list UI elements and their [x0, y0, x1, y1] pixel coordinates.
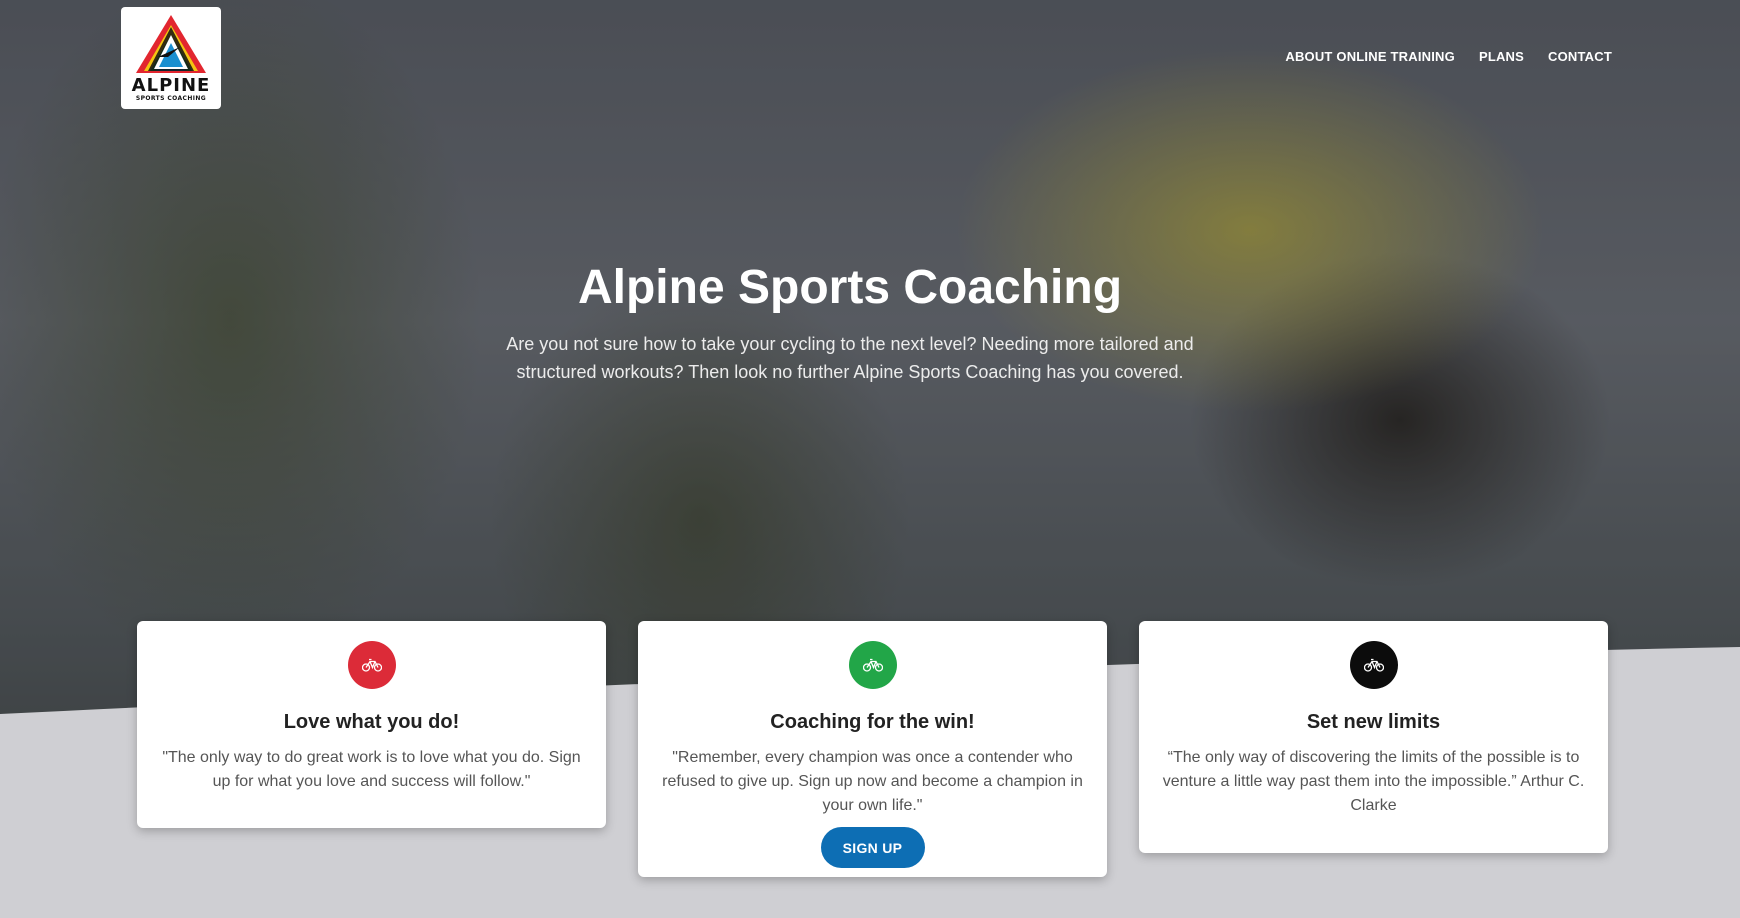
card-title: Coaching for the win! [770, 711, 975, 733]
card-quote: "Remember, every champion was once a con… [662, 749, 1083, 814]
alpine-triangle-logo-icon [136, 15, 206, 73]
card-title: Set new limits [1306, 711, 1441, 733]
logo-wordmark: ALPINE [131, 75, 211, 96]
bicycle-icon [1363, 658, 1384, 672]
card-quote: "The only way to do great work is to lov… [162, 749, 581, 790]
nav-link-about-online-training[interactable]: ABOUT ONLINE TRAINING [1285, 49, 1455, 64]
bicycle-icon [862, 658, 883, 672]
nav-link-contact[interactable]: CONTACT [1548, 49, 1612, 64]
hero-tagline: Are you not sure how to take your cyclin… [506, 334, 1194, 382]
card-quote: “The only way of discovering the limits … [1162, 749, 1585, 814]
card-badge [848, 641, 897, 689]
sign-up-button[interactable]: SIGN UP [820, 827, 925, 868]
card-badge [1349, 641, 1398, 689]
card-badge [347, 641, 396, 689]
logo[interactable]: ALPINE SPORTS COACHING [121, 7, 221, 109]
hero-title: Alpine Sports Coaching [577, 261, 1123, 314]
main-nav: ABOUT ONLINE TRAINING PLANS CONTACT [1285, 49, 1612, 64]
feature-card-love: Love what you do! "The only way to do gr… [137, 621, 606, 828]
feature-card-coaching: Coaching for the win! "Remember, every c… [638, 621, 1107, 877]
feature-card-limits: Set new limits “The only way of discover… [1139, 621, 1608, 853]
logo-subtitle: SPORTS COACHING [135, 95, 207, 102]
card-title: Love what you do! [283, 711, 460, 733]
bicycle-icon [361, 658, 382, 672]
nav-link-plans[interactable]: PLANS [1479, 49, 1524, 64]
